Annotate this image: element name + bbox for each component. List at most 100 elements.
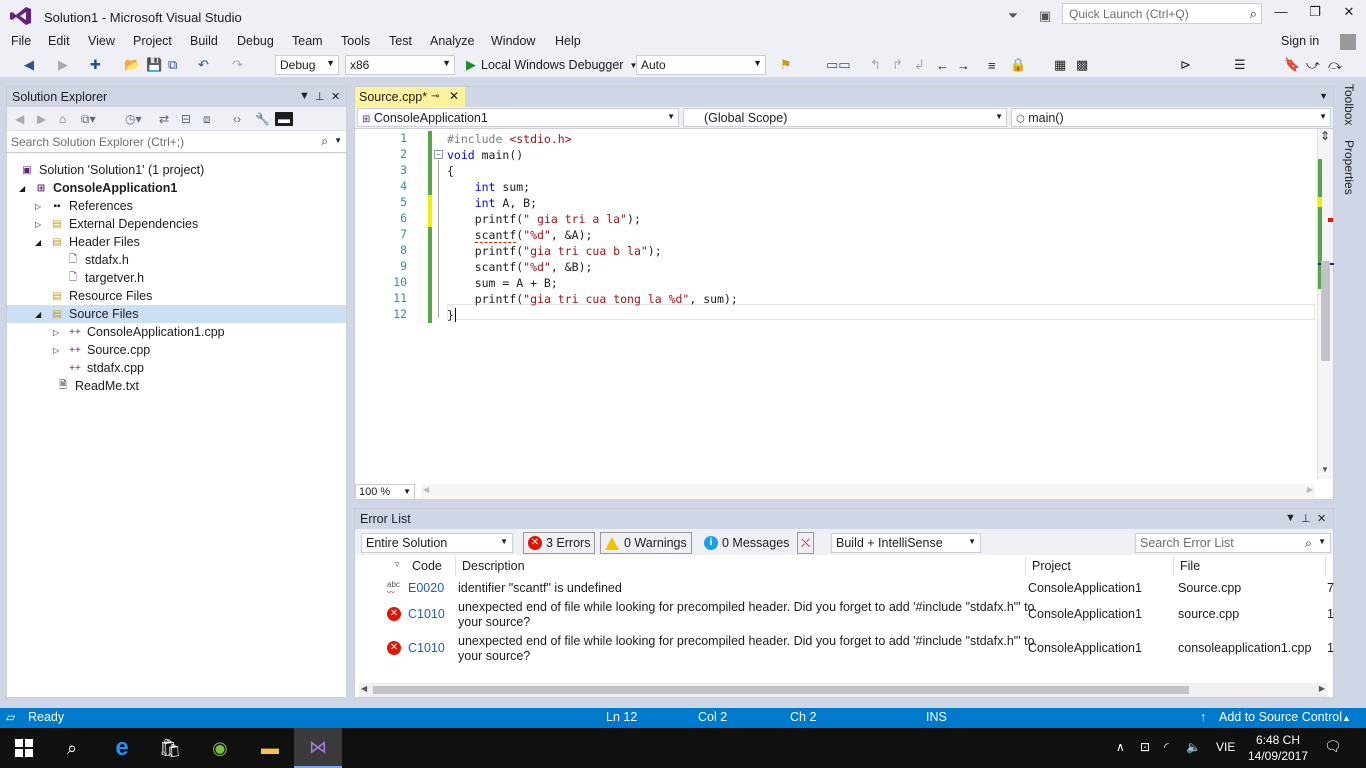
- back-icon[interactable]: ◀: [15, 112, 24, 126]
- bookmark-clear-icon[interactable]: ↲: [914, 56, 925, 74]
- error-code[interactable]: C1010: [408, 607, 445, 622]
- errors-filter-toggle[interactable]: ✕ 3 Errors: [523, 532, 596, 554]
- tree-node-stdafx-cpp[interactable]: ++ stdafx.cpp: [67, 359, 144, 377]
- collapse-region-icon[interactable]: −: [434, 150, 443, 159]
- editor-vertical-scrollbar[interactable]: ⇕ ▼: [1317, 129, 1334, 479]
- scroll-thumb[interactable]: [1321, 261, 1330, 361]
- save-icon[interactable]: 💾: [146, 56, 162, 74]
- edge-taskbar-button[interactable]: e: [98, 728, 146, 768]
- forward-icon[interactable]: ▶: [37, 112, 46, 126]
- error-code[interactable]: E0020: [408, 581, 444, 596]
- volume-icon[interactable]: 🔈: [1186, 740, 1201, 754]
- scroll-left-icon[interactable]: ◀: [361, 684, 367, 693]
- panel-menu-icon[interactable]: ▼: [299, 90, 310, 102]
- grid-alt-icon[interactable]: ▩: [1076, 56, 1088, 74]
- file-explorer-taskbar-button[interactable]: ▬: [246, 728, 294, 768]
- split-icon[interactable]: ⇕: [1320, 129, 1330, 143]
- error-code[interactable]: C1010: [408, 641, 445, 656]
- bookmark-prev-icon[interactable]: ↰: [870, 56, 881, 74]
- column-header-code[interactable]: Code: [412, 556, 442, 576]
- close-tab-icon[interactable]: ✕: [449, 89, 459, 103]
- menu-test[interactable]: Test: [389, 34, 412, 48]
- open-file-icon[interactable]: 📂: [124, 56, 140, 74]
- layout-icon[interactable]: ▭▭: [826, 56, 851, 74]
- store-taskbar-button[interactable]: 🛍: [146, 728, 194, 768]
- error-row[interactable]: ✕ C1010 unexpected end of file while loo…: [355, 599, 1334, 631]
- bookmark-icon[interactable]: 🔖: [1284, 56, 1300, 74]
- tab-source-cpp[interactable]: Source.cpp* ⊸ ✕: [355, 87, 465, 107]
- solution-platform-select[interactable]: x86 ▼: [345, 55, 455, 75]
- save-all-icon[interactable]: ⧉: [168, 56, 177, 74]
- tree-node-source-cpp[interactable]: ▷ ++ Source.cpp: [53, 341, 150, 359]
- close-panel-icon[interactable]: ✕: [331, 90, 340, 103]
- debug-target-select[interactable]: Auto ▼: [636, 55, 766, 75]
- build-source-select[interactable]: Build + IntelliSense ▼: [831, 533, 981, 553]
- action-center-icon[interactable]: 🗨: [1324, 738, 1342, 755]
- lock-icon[interactable]: 🔒: [1010, 56, 1026, 74]
- messages-filter-toggle[interactable]: i 0 Messages: [699, 532, 795, 554]
- show-all-files-icon[interactable]: ⧈: [203, 112, 211, 127]
- collapse-all-icon[interactable]: ⊟: [181, 112, 191, 126]
- pin-icon[interactable]: ⊥: [1301, 512, 1311, 525]
- bookmark-list-icon[interactable]: ⤼: [1328, 56, 1342, 74]
- comment-icon[interactable]: ⊳: [1180, 56, 1191, 74]
- column-header-description[interactable]: Description: [462, 556, 525, 576]
- column-separator[interactable]: [1025, 556, 1026, 576]
- tree-node-header-files[interactable]: ◢ ▤ Header Files: [35, 233, 140, 251]
- account-avatar-icon[interactable]: [1340, 34, 1356, 50]
- coccoc-taskbar-button[interactable]: ◉: [196, 728, 244, 768]
- tree-node-consoleapplication1-cpp[interactable]: ▷ ++ ConsoleApplication1.cpp: [53, 323, 225, 341]
- zoom-select[interactable]: 100 % ▼: [355, 484, 415, 500]
- solution-configuration-select[interactable]: Debug ▼: [275, 55, 339, 75]
- menu-tools[interactable]: Tools: [341, 34, 370, 48]
- find-in-files-icon[interactable]: ⚑: [780, 56, 792, 74]
- minimize-button[interactable]: —: [1264, 4, 1298, 24]
- redo-icon[interactable]: ↷: [232, 56, 243, 74]
- menu-build[interactable]: Build: [190, 34, 218, 48]
- grid-icon[interactable]: ▦: [1054, 56, 1066, 74]
- sign-in-link[interactable]: Sign in: [1281, 34, 1319, 48]
- quick-launch-input[interactable]: Quick Launch (Ctrl+Q) ⌕: [1062, 3, 1262, 24]
- menu-debug[interactable]: Debug: [237, 34, 274, 48]
- column-separator[interactable]: [1173, 556, 1174, 576]
- close-button[interactable]: ✕: [1332, 4, 1366, 24]
- navigate-back-icon[interactable]: ◀: [24, 56, 34, 74]
- scroll-right-icon[interactable]: ▶: [1319, 684, 1325, 693]
- arrow-left-icon[interactable]: ←: [936, 56, 949, 74]
- output-window-icon[interactable]: ▱: [6, 710, 15, 724]
- column-header-project[interactable]: Project: [1032, 556, 1071, 576]
- error-scope-select[interactable]: Entire Solution ▼: [361, 533, 513, 553]
- preview-icon[interactable]: ▬: [275, 112, 293, 126]
- menu-edit[interactable]: Edit: [48, 34, 70, 48]
- warnings-filter-toggle[interactable]: 0 Warnings: [600, 532, 692, 554]
- home-icon[interactable]: ⌂: [59, 112, 66, 126]
- start-button[interactable]: [0, 728, 48, 768]
- error-list-search[interactable]: Search Error List ⌕ ▼: [1135, 533, 1331, 553]
- tree-node-solution[interactable]: ▣ Solution 'Solution1' (1 project): [19, 161, 204, 179]
- menu-view[interactable]: View: [88, 34, 115, 48]
- editor-horizontal-scrollbar[interactable]: ◀ ▶: [421, 484, 1315, 498]
- tree-node-references[interactable]: ▷ ▪▪ References: [35, 197, 133, 215]
- tree-node-stdafx-h[interactable]: 🗋 stdafx.h: [65, 251, 129, 269]
- column-header-file[interactable]: File: [1180, 556, 1200, 576]
- visual-studio-taskbar-button[interactable]: ⋈: [294, 728, 342, 768]
- notification-filter-icon[interactable]: ⏷: [1002, 6, 1024, 26]
- menu-project[interactable]: Project: [133, 34, 172, 48]
- search-taskbar-button[interactable]: ⌕: [48, 728, 96, 768]
- properties-icon[interactable]: 🔧: [255, 112, 270, 126]
- tray-overflow-icon[interactable]: ∧: [1116, 740, 1125, 754]
- indent-icon[interactable]: ☰: [1234, 56, 1246, 74]
- menu-team[interactable]: Team: [292, 34, 323, 48]
- toolbox-tab[interactable]: Toolbox: [1342, 84, 1356, 125]
- chevron-up-icon[interactable]: ▲: [1342, 713, 1351, 723]
- project-navigation-select[interactable]: ⊞ ConsoleApplication1 ▼: [357, 108, 679, 127]
- code-text-area[interactable]: #include <stdio.h> void main(){ int sum; …: [447, 129, 1315, 479]
- close-panel-icon[interactable]: ✕: [1317, 512, 1326, 525]
- switch-views-icon[interactable]: ⧉▾: [81, 112, 96, 127]
- add-to-source-control-button[interactable]: Add to Source Control: [1219, 710, 1342, 724]
- tree-node-targetver-h[interactable]: 🗋 targetver.h: [65, 269, 144, 287]
- tree-node-resource-files[interactable]: ▤ Resource Files: [35, 287, 152, 305]
- properties-tab[interactable]: Properties: [1342, 140, 1356, 195]
- scroll-down-icon[interactable]: ▼: [1321, 465, 1329, 474]
- error-row[interactable]: ✕ C1010 unexpected end of file while loo…: [355, 633, 1334, 665]
